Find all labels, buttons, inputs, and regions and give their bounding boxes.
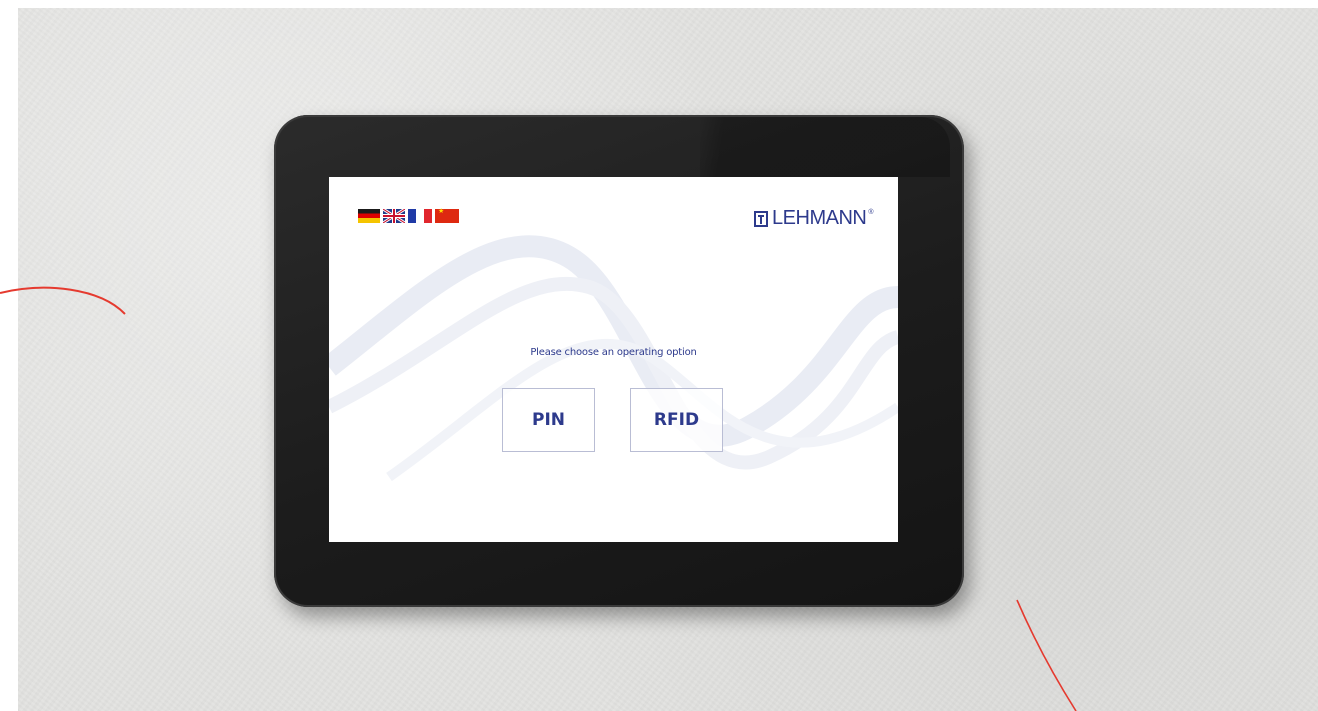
- logo-text: LEHMANN: [772, 207, 867, 229]
- french-flag-icon[interactable]: [408, 209, 432, 223]
- operating-option-prompt: Please choose an operating option: [530, 347, 697, 358]
- lehmann-logo-icon: [754, 210, 769, 227]
- uk-flag-icon[interactable]: [383, 209, 405, 223]
- rfid-button[interactable]: RFID: [630, 388, 723, 452]
- background-wave-graphic: [329, 235, 898, 482]
- german-flag-icon[interactable]: [358, 209, 380, 223]
- pin-button[interactable]: PIN: [502, 388, 595, 452]
- registered-mark: ®: [868, 209, 873, 216]
- chinese-flag-icon[interactable]: [435, 207, 459, 223]
- language-selector: [358, 207, 459, 223]
- touch-screen: LEHMANN ® Please choose an operating opt…: [329, 177, 898, 542]
- lehmann-logo: LEHMANN ®: [754, 207, 873, 230]
